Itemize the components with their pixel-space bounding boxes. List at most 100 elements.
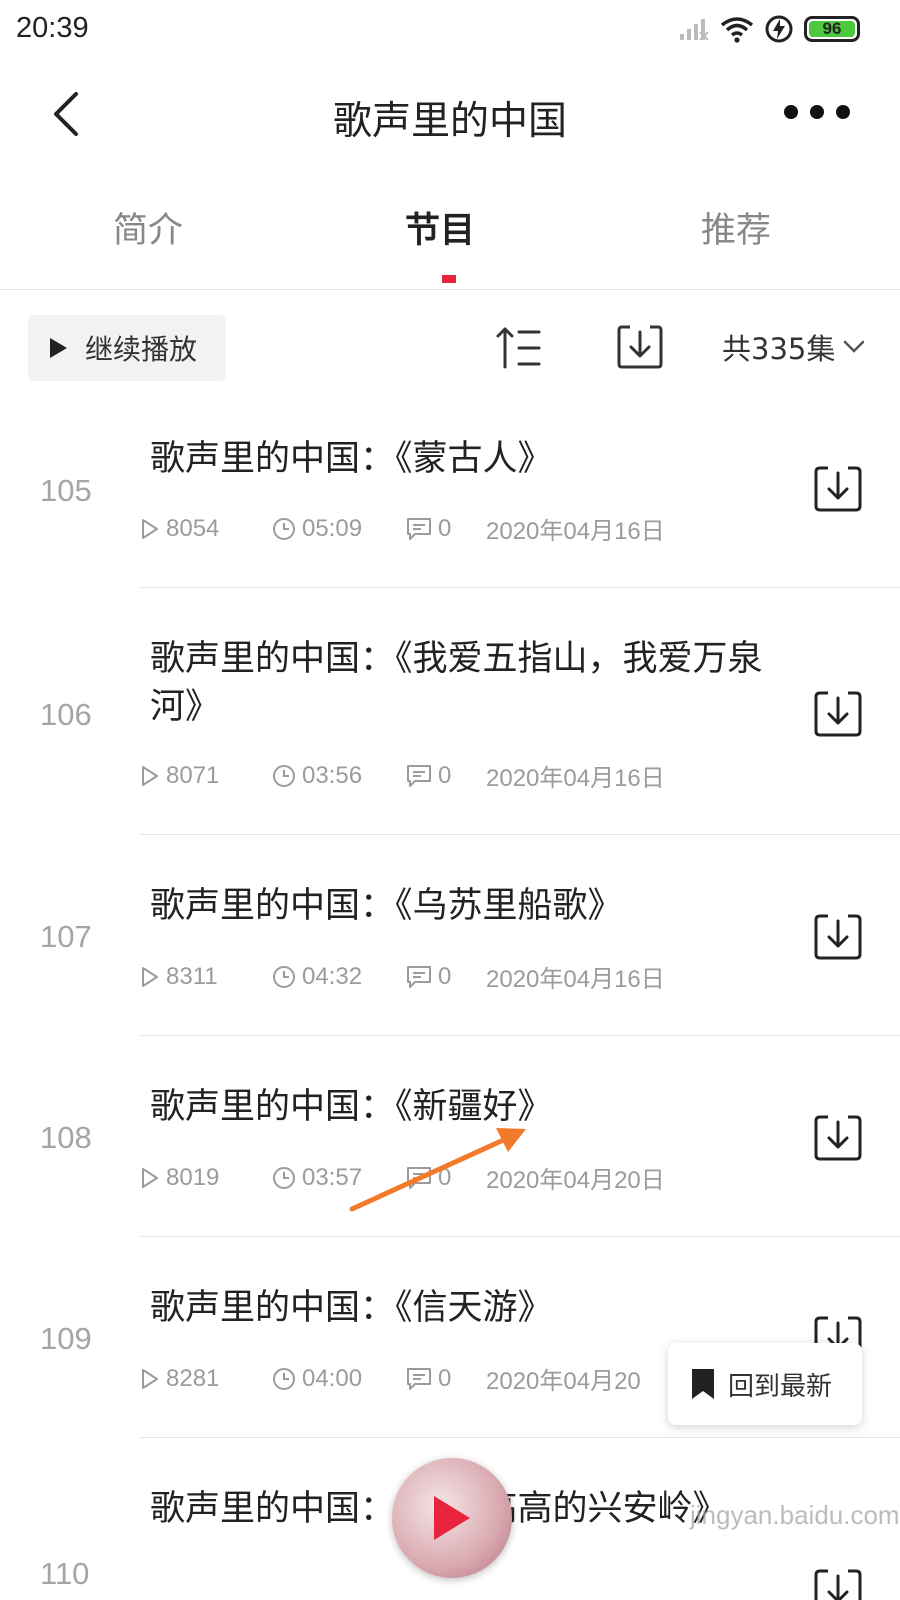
comment-count: 0 <box>406 515 486 543</box>
play-count-value: 8054 <box>166 514 220 542</box>
episode-number: 105 <box>40 473 92 508</box>
download-icon <box>814 1115 862 1161</box>
episode-toolbar: 继续播放 共335集 <box>0 315 900 383</box>
publish-date: 2020年04月16日 <box>486 518 665 545</box>
back-to-latest-button[interactable]: 回到最新 <box>668 1343 862 1425</box>
back-to-latest-label: 回到最新 <box>728 1371 833 1402</box>
tab-recommend[interactable]: 推荐 <box>636 202 836 253</box>
more-button[interactable] <box>784 100 850 124</box>
duration: 05:09 <box>272 515 406 543</box>
episode-download-button[interactable] <box>812 911 864 963</box>
episode-meta: 8019 03:57 0 2020年04月20日 <box>140 1160 665 1195</box>
comment-count-value: 0 <box>438 761 452 789</box>
comment-count: 0 <box>406 1365 486 1393</box>
play-icon <box>434 1496 470 1540</box>
publish-date: 2020年04月20 <box>486 1368 641 1395</box>
bookmark-icon <box>692 1369 714 1399</box>
page-title: 歌声里的中国 <box>332 99 567 144</box>
episode-title: 歌声里的中国：《蒙古人》 <box>150 439 553 479</box>
mini-player-button[interactable] <box>392 1458 512 1578</box>
chevron-down-icon <box>844 340 865 353</box>
episode-row[interactable]: 108 歌声里的中国：《新疆好》 8019 03:57 0 2020年04月20… <box>0 1036 900 1236</box>
episode-download-button[interactable] <box>812 1112 864 1164</box>
play-count: 8019 <box>140 1164 272 1192</box>
duration: 04:32 <box>272 963 406 991</box>
episode-row[interactable]: 107 歌声里的中国：《乌苏里船歌》 8311 04:32 0 2020年04月… <box>0 835 900 1035</box>
continue-play-label: 继续播放 <box>85 333 198 366</box>
play-count: 8054 <box>140 515 272 543</box>
battery-icon: 96 <box>804 16 860 42</box>
nav-bar: 歌声里的中国 <box>0 62 900 162</box>
episode-row[interactable]: 105 歌声里的中国：《蒙古人》 8054 05:09 0 2020年04月16… <box>0 405 900 587</box>
episode-title: 歌声里的中国：《我爱五指山，我爱万泉河》 <box>150 639 763 727</box>
sort-icon <box>496 327 541 369</box>
play-count-icon <box>142 518 158 539</box>
play-count-value: 8071 <box>166 761 220 789</box>
comment-count: 0 <box>406 1164 486 1192</box>
clock-icon <box>273 764 295 787</box>
sort-button[interactable] <box>495 323 545 373</box>
continue-play-button[interactable]: 继续播放 <box>28 315 226 381</box>
watermark: jingyan.baidu.com <box>690 1500 900 1530</box>
clock-icon <box>273 517 295 540</box>
more-dot <box>810 105 824 119</box>
play-count: 8311 <box>140 963 272 991</box>
comment-count: 0 <box>406 963 486 991</box>
episode-number: 109 <box>40 1321 92 1356</box>
duration-value: 05:09 <box>302 514 363 542</box>
play-count-icon <box>142 966 158 987</box>
play-count: 8281 <box>140 1365 272 1393</box>
download-icon <box>814 691 862 737</box>
more-dot <box>836 105 850 119</box>
episode-count-label: 共335集 <box>722 332 836 366</box>
comment-icon <box>407 764 431 787</box>
status-time: 20:39 <box>16 12 89 44</box>
episode-meta: 8054 05:09 0 2020年04月16日 <box>140 511 665 546</box>
status-bar: 20:39 96 <box>0 0 900 62</box>
more-dots-icon <box>784 105 798 119</box>
clock-icon <box>273 1367 295 1390</box>
download-all-button[interactable] <box>615 322 665 372</box>
episode-number: 110 <box>40 1556 90 1591</box>
play-count-value: 8281 <box>166 1364 220 1392</box>
play-count-value: 8019 <box>166 1163 220 1191</box>
comment-count-value: 0 <box>438 1163 452 1191</box>
duration: 03:57 <box>272 1164 406 1192</box>
play-count-value: 8311 <box>166 962 218 990</box>
episode-count-selector[interactable]: 共335集 <box>722 326 865 368</box>
play-icon <box>50 338 67 358</box>
comment-count-value: 0 <box>438 1364 452 1392</box>
episode-meta: 8311 04:32 0 2020年04月16日 <box>140 959 665 994</box>
duration: 04:00 <box>272 1365 406 1393</box>
comment-icon <box>407 517 431 540</box>
clock-icon <box>273 965 295 988</box>
episode-download-button[interactable] <box>812 1566 864 1600</box>
status-icons: 96 <box>678 14 860 44</box>
publish-date: 2020年04月16日 <box>486 966 665 993</box>
charging-icon <box>765 15 793 43</box>
play-count-icon <box>142 765 158 786</box>
publish-date: 2020年04月20日 <box>486 1167 665 1194</box>
episode-number: 108 <box>40 1120 92 1155</box>
comment-icon <box>407 1166 431 1189</box>
tab-intro[interactable]: 简介 <box>48 202 248 253</box>
play-count-icon <box>142 1368 158 1389</box>
play-count-icon <box>142 1167 158 1188</box>
episode-title: 歌声里的中国：《乌苏里船歌》 <box>150 886 623 926</box>
episode-row[interactable]: 106 歌声里的中国：《我爱五指山，我爱万泉河》 8071 03:56 0 20… <box>0 588 900 834</box>
tab-active-indicator <box>442 275 456 283</box>
comment-icon <box>407 965 431 988</box>
episode-download-button[interactable] <box>812 463 864 515</box>
episode-title: 歌声里的中国：《新疆好》 <box>150 1087 553 1127</box>
wifi-icon <box>720 17 754 43</box>
clock-icon <box>273 1166 295 1189</box>
play-count: 8071 <box>140 762 272 790</box>
episode-download-button[interactable] <box>812 688 864 740</box>
tab-episodes[interactable]: 节目 <box>340 202 540 253</box>
download-icon <box>814 914 862 960</box>
download-icon <box>814 466 862 512</box>
download-icon <box>814 1569 862 1600</box>
duration: 03:56 <box>272 762 406 790</box>
battery-level: 96 <box>822 19 842 38</box>
publish-date: 2020年04月16日 <box>486 765 665 792</box>
